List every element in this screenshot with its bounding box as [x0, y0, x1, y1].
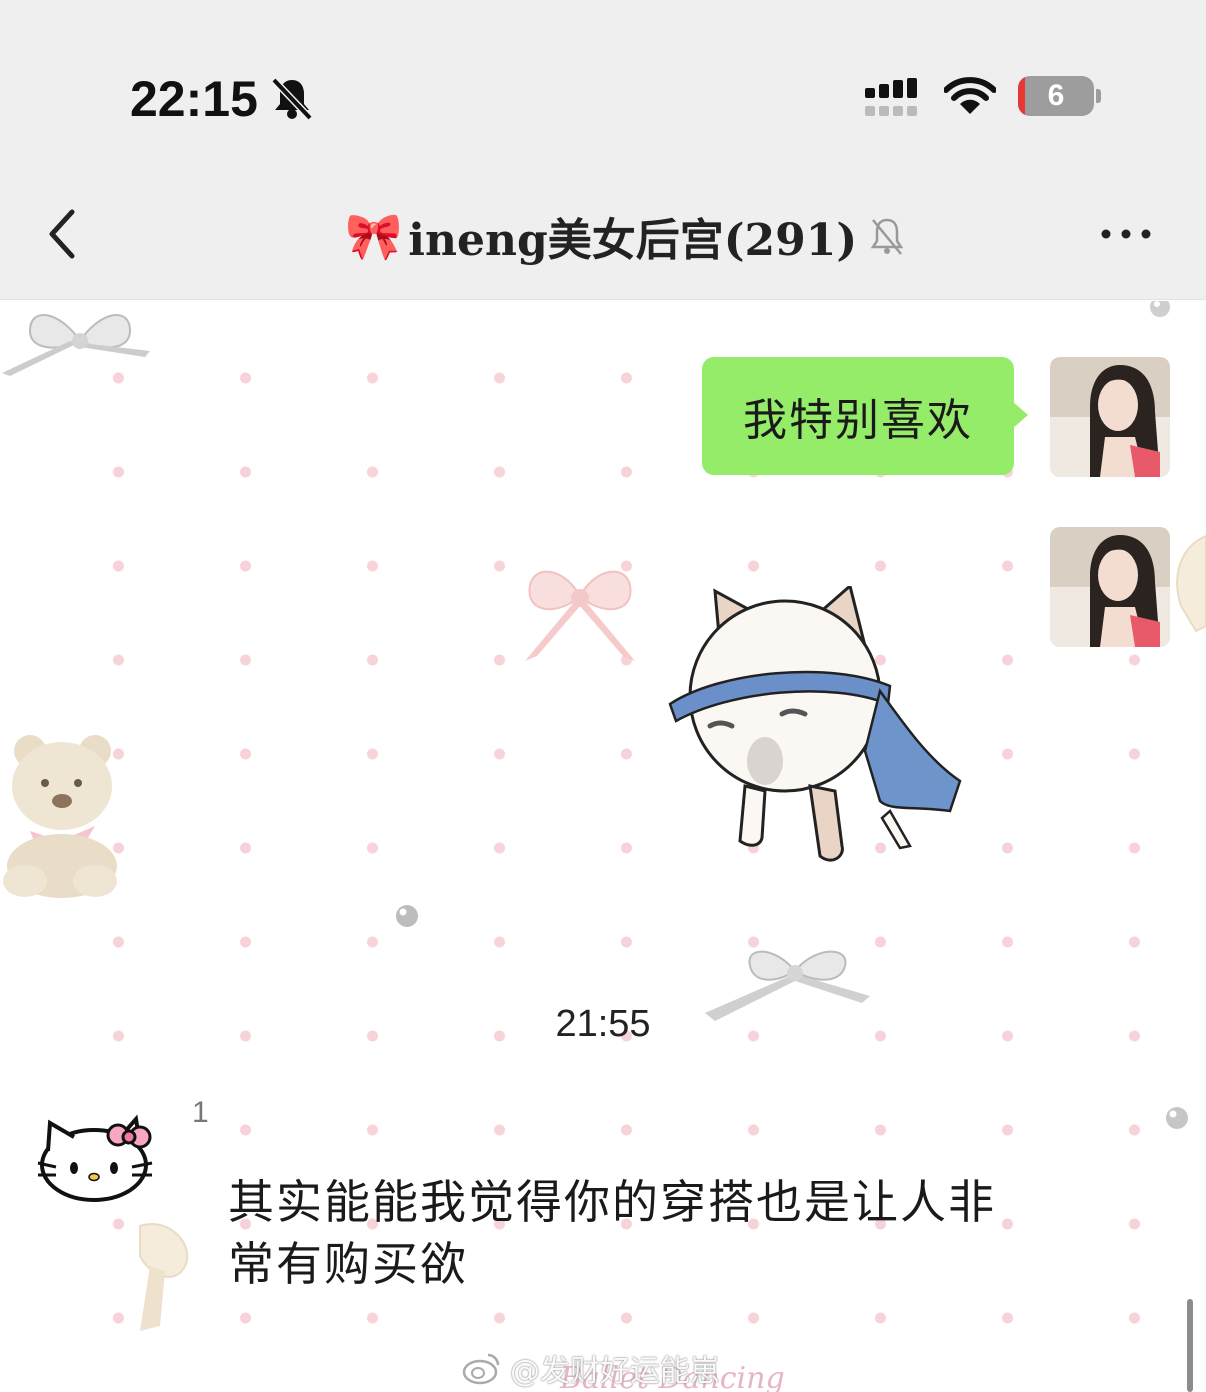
chat-title-text: ineng美女后宫(291) — [408, 215, 858, 266]
ribbon-emoji: 🎀 — [345, 208, 403, 263]
pearl-decoration — [1166, 1107, 1188, 1129]
self-message-text: 我特别喜欢 — [743, 395, 973, 446]
watermark-text: @发财好运能崽 — [510, 1354, 720, 1389]
pink-bow-decoration — [525, 570, 635, 661]
gray-bow-decoration — [2, 314, 150, 376]
cellular-signal-icon — [865, 78, 917, 116]
status-time: 22:15 — [130, 71, 258, 127]
pearl-decoration — [396, 905, 418, 927]
wifi-icon — [944, 77, 996, 114]
chat-title[interactable]: 🎀 ineng美女后宫(291) — [345, 206, 905, 266]
bubble-tail — [1012, 401, 1028, 429]
battery-tip — [1096, 89, 1101, 103]
sender-name: 1 — [192, 1096, 209, 1129]
more-dots-icon[interactable] — [1098, 226, 1154, 242]
cat-sticker-image[interactable] — [660, 586, 980, 876]
weibo-logo-icon — [462, 1353, 500, 1385]
chat-header: 🎀 ineng美女后宫(291) — [0, 170, 1206, 300]
mute-bell-icon — [870, 218, 904, 255]
status-bar: 22:15 6 — [0, 0, 1206, 170]
bell-off-icon — [271, 77, 313, 120]
message-timestamp: 21:55 — [555, 1003, 651, 1045]
other-message-text[interactable]: 其实能能我觉得你的穿搭也是让人非常有购买欲 — [228, 1171, 1018, 1295]
battery-level: 6 — [1047, 79, 1065, 112]
self-message-bubble[interactable]: 我特别喜欢 — [702, 357, 1014, 475]
self-avatar[interactable] — [1050, 527, 1170, 647]
self-avatar[interactable] — [1050, 357, 1170, 477]
weibo-watermark: @发财好运能崽 — [462, 1346, 720, 1390]
chat-messages-area[interactable]: 我特别喜欢 21:55 1 其实能能我觉得你的穿搭也是让人非常有购买欲 Ball… — [0, 301, 1206, 1392]
cream-ribbon-decoration — [1176, 534, 1206, 633]
teddy-bear-decoration — [3, 735, 117, 898]
scrollbar[interactable] — [1187, 1299, 1193, 1392]
battery-icon: 6 — [1018, 76, 1094, 116]
cream-ribbon-decoration — [139, 1223, 189, 1331]
hello-kitty-avatar[interactable] — [36, 1113, 156, 1205]
back-chevron-icon[interactable] — [40, 204, 88, 264]
pearl-decoration — [1150, 301, 1170, 317]
